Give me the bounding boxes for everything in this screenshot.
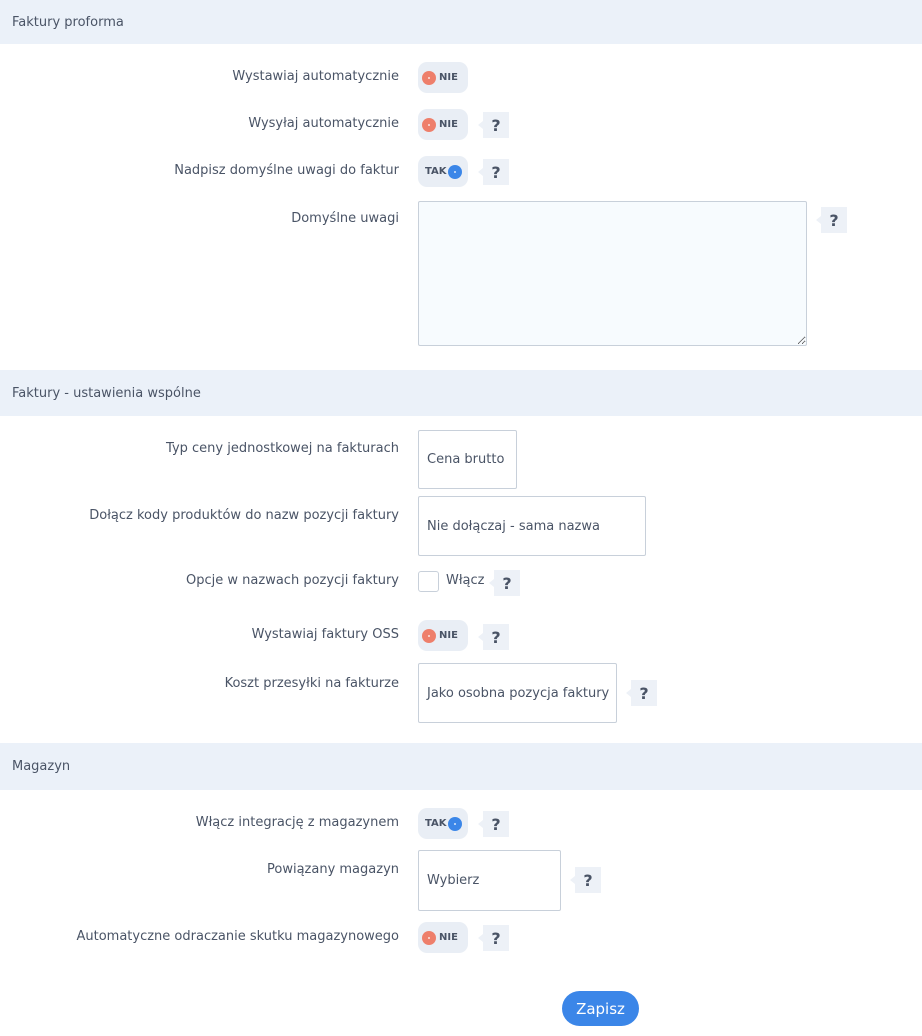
toggle-knob [422, 70, 436, 85]
override-notes-label: Nadpisz domyślne uwagi do faktur [174, 163, 399, 178]
toggle-state: NIE [439, 630, 458, 641]
oss-toggle[interactable]: NIE [418, 620, 468, 651]
section-title: Magazyn [12, 759, 71, 774]
toggle-knob [422, 628, 436, 643]
shipping-cost-select[interactable]: Jako osobna pozycja faktury [418, 663, 617, 723]
default-notes-label: Domyślne uwagi [291, 211, 399, 226]
override-notes-toggle[interactable]: TAK [418, 156, 468, 187]
auto-send-label: Wysyłaj automatycznie [248, 116, 399, 131]
help-icon[interactable]: ? [570, 867, 601, 893]
integration-toggle[interactable]: TAK [418, 808, 468, 839]
help-icon[interactable]: ? [478, 112, 509, 138]
section-header-proforma: Faktury proforma [0, 0, 922, 44]
item-options-checkbox-label[interactable]: Włącz [446, 573, 485, 588]
toggle-knob [422, 117, 436, 132]
integration-label: Włącz integrację z magazynem [195, 815, 399, 830]
help-icon[interactable]: ? [478, 624, 509, 650]
help-icon[interactable]: ? [478, 159, 509, 185]
item-options-checkbox[interactable] [418, 571, 439, 592]
section-title: Faktury proforma [12, 14, 124, 30]
help-icon[interactable]: ? [816, 207, 847, 233]
auto-issue-toggle[interactable]: NIE [418, 62, 468, 93]
price-type-label: Typ ceny jednostkowej na fakturach [166, 441, 399, 456]
help-icon[interactable]: ? [478, 811, 509, 837]
shipping-cost-label: Koszt przesyłki na fakturze [224, 676, 399, 691]
auto-reverse-label: Automatyczne odraczanie skutku magazynow… [76, 929, 399, 944]
toggle-knob [447, 164, 462, 179]
toggle-state: NIE [439, 932, 458, 943]
item-options-label: Opcje w nazwach pozycji faktury [186, 573, 399, 588]
toggle-knob [422, 930, 436, 945]
save-button[interactable]: Zapisz [562, 991, 639, 1026]
help-icon[interactable]: ? [626, 680, 657, 706]
help-icon[interactable]: ? [489, 570, 520, 596]
toggle-state: TAK [425, 166, 447, 177]
toggle-knob [447, 816, 462, 831]
help-icon[interactable]: ? [478, 925, 509, 951]
oss-label: Wystawiaj faktury OSS [251, 627, 399, 642]
linked-warehouse-label: Powiązany magazyn [267, 862, 399, 877]
default-notes-textarea[interactable] [418, 201, 807, 346]
section-header-warehouse: Magazyn [0, 743, 922, 790]
product-codes-select[interactable]: Nie dołączaj - sama nazwa [418, 496, 646, 556]
toggle-state: NIE [439, 119, 458, 130]
section-header-common: Faktury - ustawienia wspólne [0, 370, 922, 416]
auto-reverse-toggle[interactable]: NIE [418, 922, 468, 953]
product-codes-label: Dołącz kody produktów do nazw pozycji fa… [89, 508, 399, 523]
auto-issue-label: Wystawiaj automatycznie [232, 69, 399, 84]
price-type-select[interactable]: Cena brutto [418, 430, 517, 489]
toggle-state: TAK [425, 818, 447, 829]
auto-send-toggle[interactable]: NIE [418, 109, 468, 140]
linked-warehouse-select[interactable]: Wybierz [418, 850, 561, 911]
section-title: Faktury - ustawienia wspólne [12, 385, 201, 401]
toggle-state: NIE [439, 72, 458, 83]
